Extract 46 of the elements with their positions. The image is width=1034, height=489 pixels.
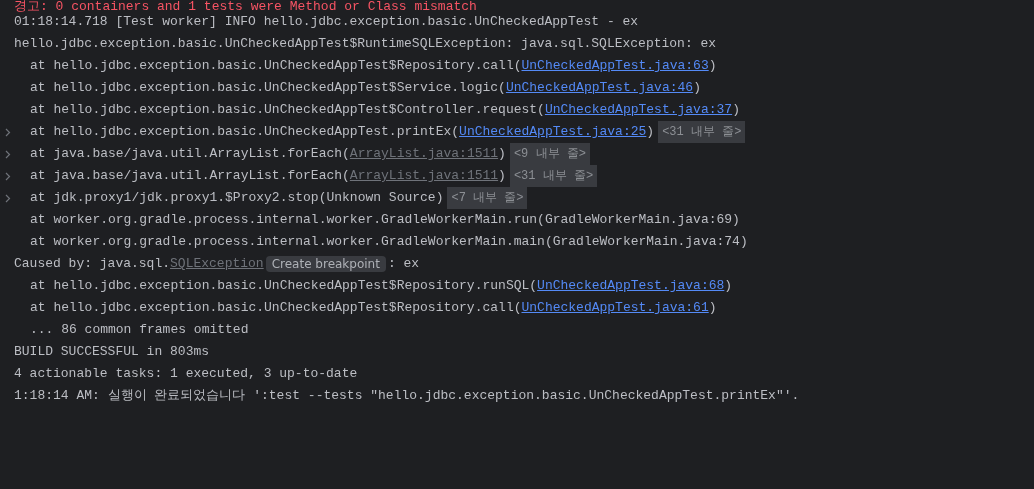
log-text: hello.jdbc.exception.basic.UnCheckedAppTest$RuntimeSQLException: java.sql.SQLException: ex [14, 35, 717, 54]
log-text: at jdk.proxy1/jdk.proxy1.$Proxy2.stop(Unknown Source) [30, 189, 444, 208]
log-text: ) [708, 299, 717, 318]
log-text: ) [693, 79, 701, 98]
log-text: 4 actionable tasks: 1 executed, 3 up-to-date [14, 365, 358, 384]
source-link[interactable]: UnCheckedAppTest.java:68 [537, 276, 725, 296]
log-text: 1:18:14 AM: 실행이 완료되었습니다 ':test --tests "hello.jdbc.exception.basic.UnCheckedAppTest.printEx"'. [14, 387, 800, 406]
chevron-right-icon[interactable] [5, 149, 11, 159]
log-text: at worker.org.gradle.process.internal.worker.GradleWorkerMain.run(GradleWorkerMain.java:69) [30, 211, 740, 230]
tooltip: Create breakpoint [265, 256, 386, 272]
source-link[interactable]: ArrayList.java:1511 [349, 144, 499, 164]
log-text: ) [498, 167, 506, 186]
log-text: at java.base/java.util.ArrayList.forEach( [30, 145, 350, 164]
log-text: ) [646, 123, 655, 142]
log-text: at hello.jdbc.exception.basic.UnCheckedAppTest$Repository.runSQL( [30, 277, 538, 296]
chevron-right-icon[interactable] [5, 193, 11, 203]
chevron-right-icon[interactable] [5, 171, 11, 181]
log-text: ) [724, 277, 733, 296]
log-text: at java.base/java.util.ArrayList.forEach( [30, 167, 350, 186]
log-text: at hello.jdbc.exception.basic.UnCheckedAppTest.printEx( [30, 123, 460, 142]
log-text: ... 86 common frames omitted [30, 321, 249, 340]
folded-lines-badge[interactable]: <7 내부 줄> [447, 187, 528, 209]
source-link[interactable]: ArrayList.java:1511 [349, 166, 499, 186]
source-link[interactable]: SQLException [170, 254, 264, 274]
source-link[interactable]: UnCheckedAppTest.java:63 [521, 56, 709, 76]
log-text: : ex [387, 255, 420, 274]
folded-lines-badge[interactable]: <9 내부 줄> [509, 143, 590, 165]
source-link[interactable]: UnCheckedAppTest.java:46 [505, 78, 694, 98]
folded-lines-badge[interactable]: <31 내부 줄> [509, 165, 598, 187]
log-text: ) [498, 145, 506, 164]
log-text: 경고: 0 containers and 1 tests were Method or Class mismatch [14, 0, 477, 13]
log-text: ) [732, 101, 740, 120]
log-text: at worker.org.gradle.process.internal.worker.GradleWorkerMain.main(GradleWorkerMain.java:74) [30, 233, 748, 252]
log-text: at hello.jdbc.exception.basic.UnCheckedAppTest$Service.logic( [30, 79, 506, 98]
log-text: ) [708, 57, 717, 76]
source-link[interactable]: UnCheckedAppTest.java:37 [544, 100, 733, 120]
log-text: at hello.jdbc.exception.basic.UnCheckedAppTest$Repository.call( [30, 299, 522, 318]
source-link[interactable]: UnCheckedAppTest.java:61 [521, 298, 709, 318]
folded-lines-badge[interactable]: <31 내부 줄> [658, 121, 746, 143]
log-text: Caused by: java.sql. [14, 255, 171, 274]
log-text: 01:18:14.718 [Test worker] INFO hello.jdbc.exception.basic.UnCheckedAppTest - ex [14, 13, 639, 32]
log-text: at hello.jdbc.exception.basic.UnCheckedAppTest$Repository.call( [30, 57, 522, 76]
chevron-right-icon[interactable] [5, 127, 11, 137]
log-text: at hello.jdbc.exception.basic.UnCheckedAppTest$Controller.request( [30, 101, 545, 120]
source-link[interactable]: UnCheckedAppTest.java:25 [459, 122, 647, 142]
log-text: BUILD SUCCESSFUL in 803ms [14, 343, 210, 362]
